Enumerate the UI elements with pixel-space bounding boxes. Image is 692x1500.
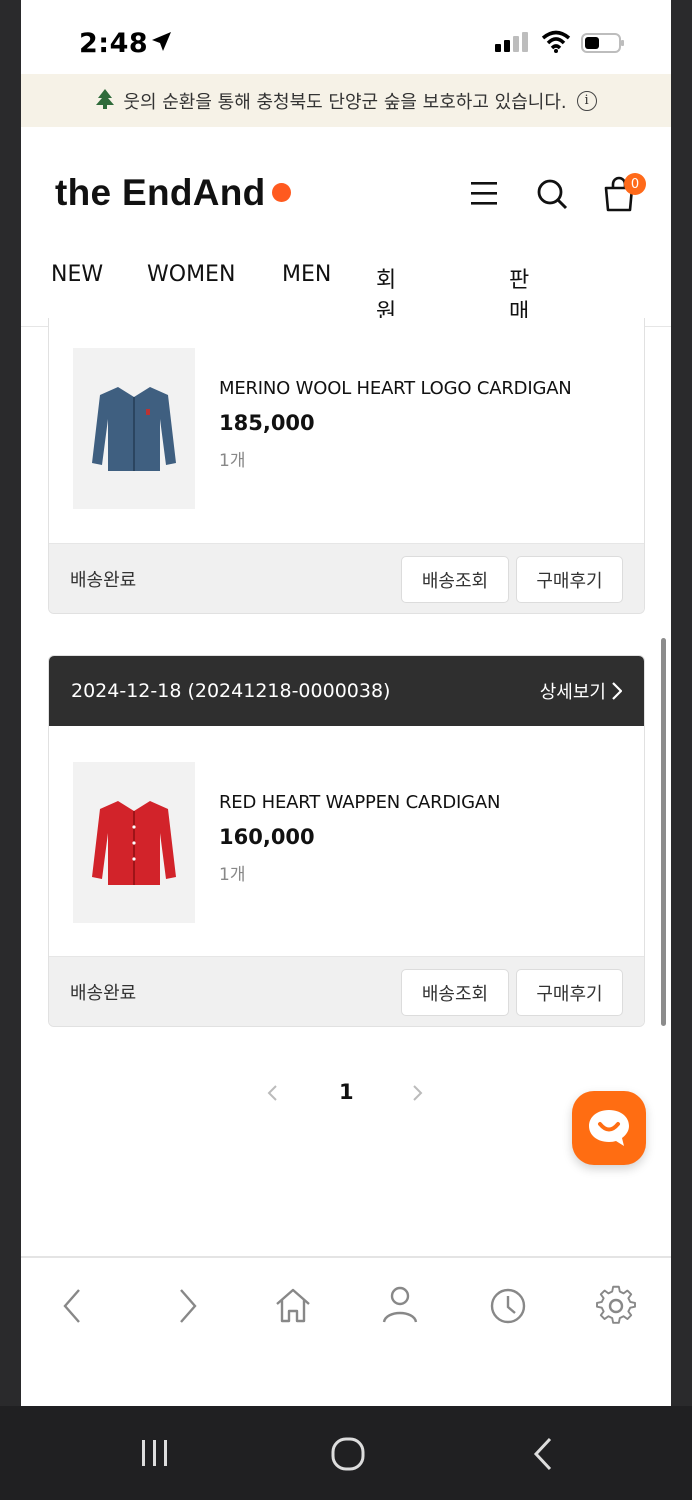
banner-text: 웃의 순환을 통해 충청북도 단양군 숲을 보호하고 있습니다. xyxy=(123,91,567,113)
track-delivery-button[interactable]: 배송조회 xyxy=(401,556,509,603)
signal-icon xyxy=(495,32,528,52)
history-icon[interactable] xyxy=(488,1284,528,1328)
product-thumbnail[interactable] xyxy=(73,348,195,509)
browser-toolbar-divider xyxy=(21,1256,671,1258)
nav-new[interactable]: NEW xyxy=(51,262,103,287)
cart-count-badge: 0 xyxy=(624,173,646,195)
logo-dot xyxy=(271,183,291,202)
chat-button[interactable] xyxy=(572,1091,646,1165)
android-nav-bar xyxy=(0,1406,692,1500)
home-icon[interactable] xyxy=(273,1284,313,1328)
recents-icon[interactable] xyxy=(138,1436,172,1470)
current-page[interactable]: 1 xyxy=(339,1080,354,1104)
product-price: 185,000 xyxy=(219,411,315,435)
order-header: 2024-12-18 (20241218-0000038) 상세보기 xyxy=(49,656,644,726)
product-name[interactable]: MERINO WOOL HEART LOGO CARDIGAN xyxy=(219,378,572,399)
logo-text: the EndAnd xyxy=(55,172,266,213)
product-quantity: 1개 xyxy=(219,865,246,885)
tree-icon xyxy=(96,88,115,109)
info-icon[interactable]: i xyxy=(576,90,597,111)
search-icon[interactable] xyxy=(535,172,571,216)
battery-icon xyxy=(581,33,624,53)
prev-page-icon[interactable] xyxy=(265,1080,279,1106)
location-arrow-icon xyxy=(152,32,171,51)
status-time: 2:48 xyxy=(79,28,149,59)
next-page-icon[interactable] xyxy=(411,1080,425,1106)
order-item[interactable]: RED HEART WAPPEN CARDIGAN 160,000 1개 xyxy=(49,726,644,952)
order-card: 2024-12-18 (20241218-0000038) 상세보기 RED H… xyxy=(48,655,645,1027)
product-name[interactable]: RED HEART WAPPEN CARDIGAN xyxy=(219,792,500,813)
nav-men[interactable]: MEN xyxy=(282,262,331,287)
forward-icon[interactable] xyxy=(173,1284,203,1328)
nav-women[interactable]: WOMEN xyxy=(147,262,235,287)
app-screen: 2:48 웃의 순환을 통해 충청북도 단양군 숲을 보호하고 있습니다. i … xyxy=(21,0,671,1406)
delivery-status: 배송완료 xyxy=(70,983,137,1004)
product-quantity: 1개 xyxy=(219,451,246,471)
detail-label: 상세보기 xyxy=(539,682,606,703)
chat-smile-icon xyxy=(589,1110,629,1146)
order-detail-link[interactable]: 상세보기 xyxy=(540,678,622,704)
scrollbar[interactable] xyxy=(661,638,666,1026)
order-item[interactable]: MERINO WOOL HEART LOGO CARDIGAN 185,000 … xyxy=(49,318,644,544)
site-logo[interactable]: the EndAnd xyxy=(55,172,291,214)
settings-icon[interactable] xyxy=(596,1284,636,1328)
order-footer: 배송완료 배송조회 구매후기 xyxy=(49,543,644,613)
write-review-button[interactable]: 구매후기 xyxy=(516,556,623,603)
track-delivery-button[interactable]: 배송조회 xyxy=(401,969,509,1016)
wifi-icon xyxy=(541,30,571,53)
order-card: MERINO WOOL HEART LOGO CARDIGAN 185,000 … xyxy=(48,318,645,614)
user-icon[interactable] xyxy=(380,1284,420,1328)
order-date-number: 2024-12-18 (20241218-0000038) xyxy=(71,680,391,702)
order-footer: 배송완료 배송조회 구매후기 xyxy=(49,956,644,1026)
cardigan-image xyxy=(92,386,176,471)
status-bar: 2:48 xyxy=(21,0,671,74)
cardigan-image xyxy=(92,800,176,885)
chevron-right-icon xyxy=(612,682,622,700)
write-review-button[interactable]: 구매후기 xyxy=(516,969,623,1016)
eco-banner[interactable]: 웃의 순환을 통해 충청북도 단양군 숲을 보호하고 있습니다. i xyxy=(21,74,671,127)
menu-icon[interactable] xyxy=(470,172,500,216)
product-thumbnail[interactable] xyxy=(73,762,195,923)
back-icon[interactable] xyxy=(57,1284,87,1328)
product-price: 160,000 xyxy=(219,825,315,849)
android-back-icon[interactable] xyxy=(528,1436,558,1472)
home-circle-icon[interactable] xyxy=(330,1436,366,1472)
delivery-status: 배송완료 xyxy=(70,570,137,591)
